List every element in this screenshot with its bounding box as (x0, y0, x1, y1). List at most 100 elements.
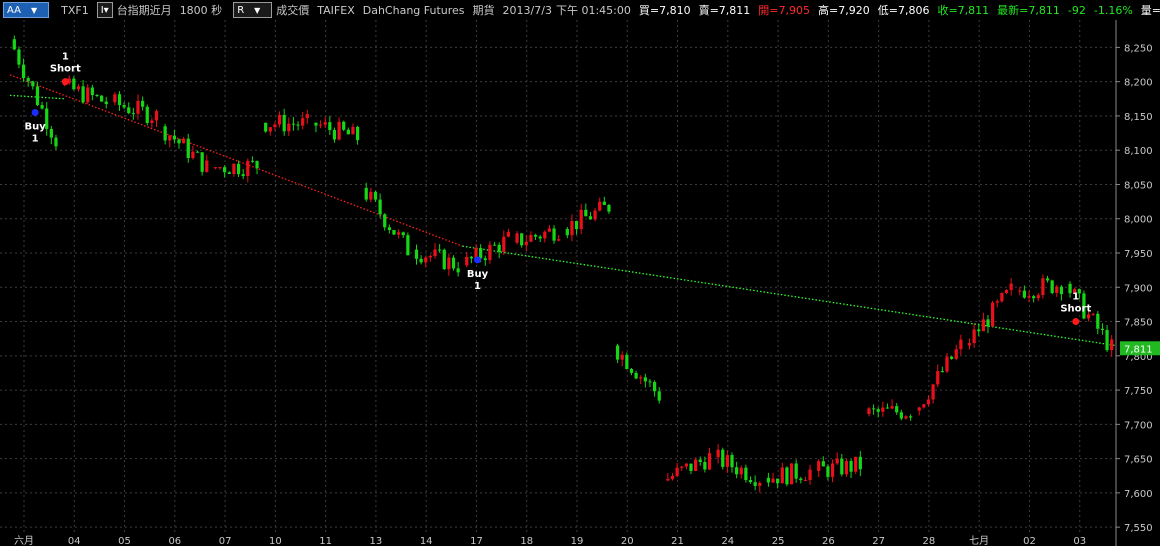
candle-body (236, 163, 241, 175)
candle-body (1036, 295, 1040, 299)
candle-body (218, 167, 222, 169)
date-tick-label: 28 (923, 536, 936, 546)
candle-body (186, 138, 190, 159)
bid-label: 買=7,810 (638, 4, 691, 17)
candle-body (1050, 280, 1054, 293)
candle-body (607, 204, 611, 212)
candle-body (122, 105, 126, 108)
candle-body (844, 461, 849, 475)
marker-label: Short (50, 64, 81, 75)
candle-body (895, 406, 899, 413)
candle-body (543, 231, 547, 239)
candle-body (314, 122, 318, 126)
short-marker (1072, 318, 1080, 326)
candle-body (72, 78, 76, 90)
candle-body (205, 160, 209, 172)
candle-body (305, 114, 309, 119)
buy-marker (31, 109, 39, 117)
candle-body (86, 87, 90, 103)
candle-body (808, 469, 812, 481)
candle-body (383, 214, 387, 228)
date-tick-label: 18 (520, 536, 533, 546)
candle-body (1045, 278, 1050, 281)
price-tick-label: 8,250 (1124, 43, 1153, 54)
time-label: 下午 01:45:00 (555, 4, 631, 17)
date-tick-label: 10 (269, 536, 282, 546)
candle-body (1027, 296, 1031, 298)
candle-body (264, 122, 268, 132)
date-tick-label: 06 (168, 536, 181, 546)
price-type-label: 成交價 (276, 4, 310, 17)
candle-body (136, 100, 140, 114)
candle-body (337, 121, 341, 140)
candle-body (639, 377, 643, 379)
price-tick-label: 7,750 (1124, 386, 1153, 397)
candle-body (401, 232, 405, 236)
marker-count: 1 (32, 134, 39, 145)
candle-body (241, 174, 245, 177)
candle-body (21, 64, 26, 79)
candle-body (163, 126, 167, 141)
candle-body (277, 114, 282, 125)
candle-body (684, 463, 688, 467)
candle-body (378, 199, 382, 215)
candle-body (213, 167, 218, 169)
candle-body (287, 123, 291, 132)
candle-body (766, 477, 771, 483)
candle-body (296, 124, 300, 126)
candle-body (95, 94, 99, 96)
candle-body (744, 467, 748, 481)
price-tick-label: 8,050 (1124, 180, 1153, 191)
candle-body (721, 449, 725, 467)
candle-body (49, 129, 53, 138)
candle-body (986, 319, 990, 327)
candle-body (949, 356, 954, 359)
short-marker (61, 78, 69, 86)
candle-body (908, 416, 913, 418)
price-tick-label: 7,550 (1124, 523, 1153, 534)
candle-body (364, 187, 368, 200)
candle-body (104, 101, 108, 105)
candle-body (739, 467, 743, 475)
dropdown-icon: ▼ (30, 5, 38, 15)
candle-body (675, 467, 679, 476)
high-label: 高=7,920 (818, 4, 870, 17)
candle-body (54, 137, 58, 147)
candle-body (967, 343, 972, 346)
candle-body (351, 126, 355, 135)
candle-body (17, 49, 21, 65)
open-label: 開=7,905 (758, 4, 811, 17)
style-button[interactable]: AA ▼ (3, 2, 50, 18)
candle-body (652, 382, 657, 392)
series-button[interactable]: I▾ (96, 2, 113, 18)
price-chart[interactable]: Buy11ShortBuy11Short 8,2508,2008,1508,10… (0, 20, 1160, 546)
candle-body (698, 459, 702, 462)
candle-body (141, 100, 145, 107)
candle-body (1068, 283, 1072, 294)
price-tick-label: 7,950 (1124, 249, 1153, 260)
candle-body (538, 236, 542, 239)
candle-body (1100, 328, 1105, 330)
candle-body (771, 478, 775, 483)
candle-body (565, 229, 569, 236)
price-type-button[interactable]: R ▼ (233, 2, 273, 18)
candle-body (858, 456, 862, 470)
candle-body (588, 216, 593, 220)
candle-body (977, 329, 981, 332)
candle-body (227, 172, 231, 174)
candle-body (168, 135, 172, 141)
dropdown-icon: ▼ (254, 5, 261, 15)
date-tick-label: 03 (1073, 536, 1086, 546)
candle-body (456, 268, 460, 273)
candle-body (625, 354, 629, 369)
candle-body (469, 256, 474, 259)
chart-background (0, 20, 1160, 546)
candle-body (396, 232, 401, 235)
candle-body (758, 482, 762, 486)
candle-body (131, 113, 135, 115)
candle-body (1059, 286, 1064, 295)
candle-body (524, 241, 528, 246)
candle-body (995, 301, 999, 303)
candle-body (1032, 296, 1036, 299)
price-tick-label: 7,600 (1124, 489, 1153, 500)
